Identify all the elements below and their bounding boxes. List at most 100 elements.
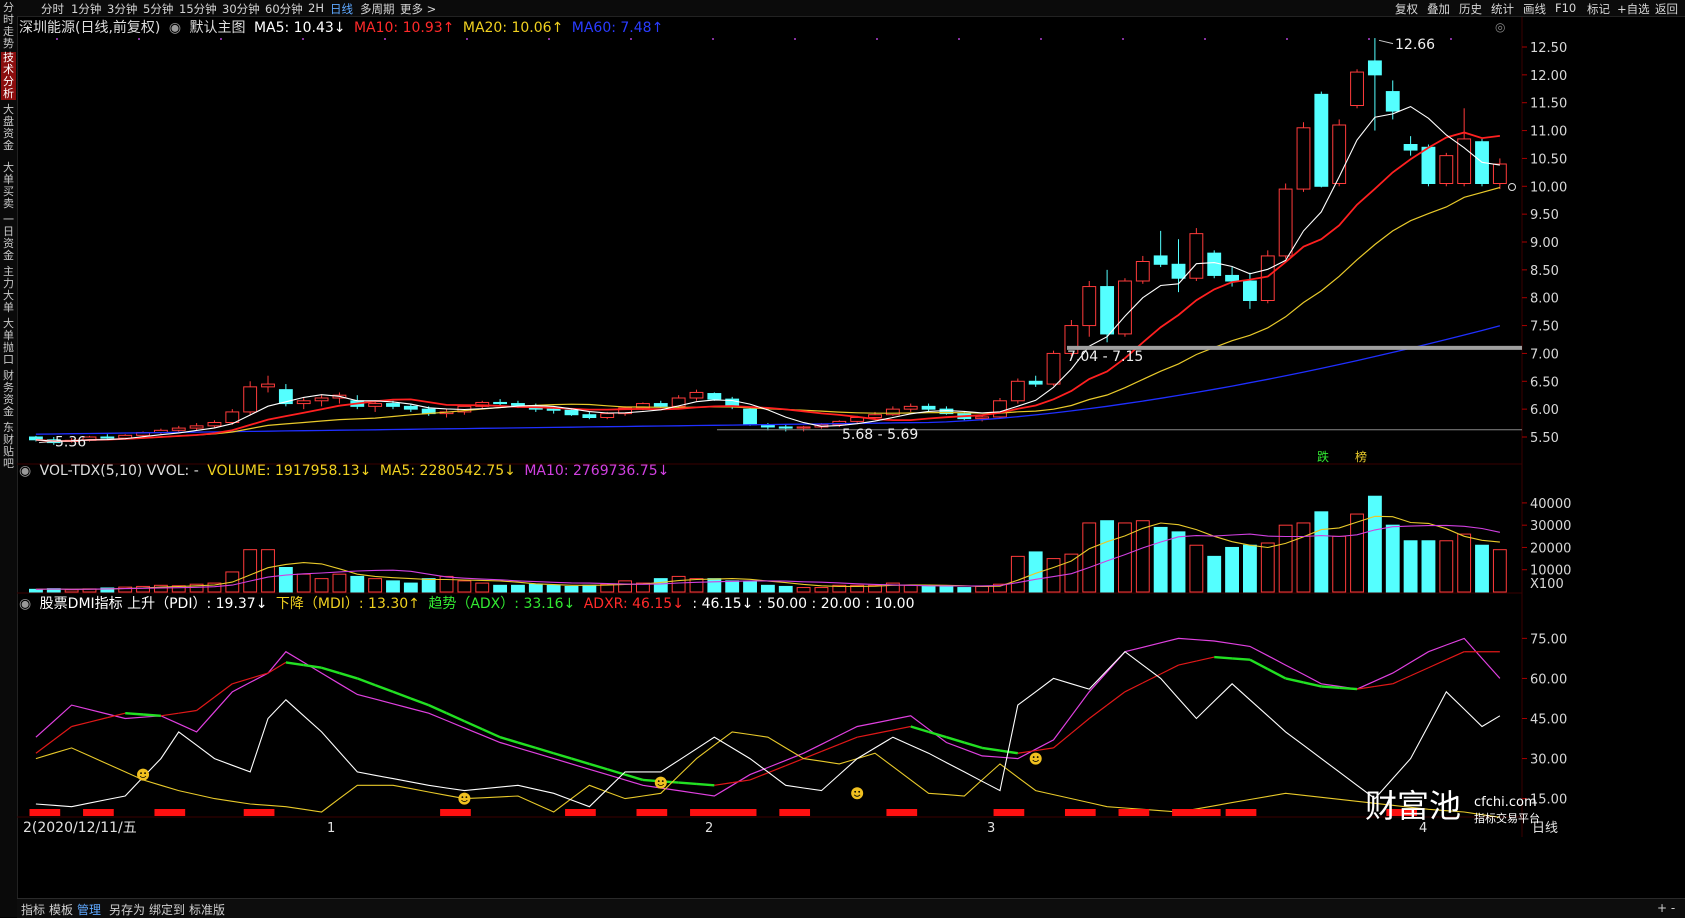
- candle: [261, 383, 275, 388]
- adxr-segment: [696, 782, 715, 787]
- bottom-tab-0[interactable]: 指标: [21, 901, 45, 918]
- ma20-label: MA20: 10.06↑: [462, 20, 564, 36]
- period-0[interactable]: 分时: [41, 1, 64, 17]
- price-tick: 9.50: [1530, 208, 1559, 223]
- smiley-eye: [858, 790, 861, 793]
- volume-bar: [796, 587, 811, 593]
- adxr-segment: [1124, 682, 1144, 693]
- volume-bar: [1350, 513, 1364, 593]
- smiley-eye: [461, 796, 464, 799]
- toolbar-right-0[interactable]: 复权: [1395, 1, 1418, 17]
- adxr-segment: [35, 739, 55, 754]
- period-5[interactable]: 30分钟: [222, 1, 260, 17]
- toolbar-right-2[interactable]: 历史: [1459, 1, 1482, 17]
- adxr-segment: [267, 661, 287, 674]
- volume-bar: [1457, 533, 1472, 593]
- adxr-segment: [321, 666, 340, 675]
- adxr-segment: [857, 733, 876, 738]
- period-2[interactable]: 3分钟: [107, 1, 137, 17]
- sidebar-item-0[interactable]: 分时走势: [1, 2, 16, 50]
- period-7[interactable]: 2H: [308, 1, 324, 15]
- adxr-segment: [1339, 686, 1358, 691]
- signal-bar: [993, 809, 1025, 816]
- bottom-tab-3[interactable]: 另存为: [109, 901, 145, 918]
- toolbar: 分时 1分钟 3分钟 5分钟 15分钟 30分钟 60分钟 2H 日线 多周期 更多 > 返回 +自选标…: [17, 0, 1685, 17]
- adxr-segment: [53, 726, 72, 741]
- sidebar-item-7[interactable]: 财务资金: [1, 370, 16, 418]
- volume-tick: 20000: [1530, 541, 1571, 556]
- sidebar-item-3[interactable]: 大单买卖: [1, 162, 16, 210]
- volume-bar: [689, 578, 704, 593]
- ma5-label: MA5: 10.43↓: [253, 20, 346, 36]
- bottom-tab-1[interactable]: 模板: [49, 901, 73, 918]
- zoom-icon[interactable]: + -: [1657, 901, 1675, 915]
- collapse-icon[interactable]: ◉: [19, 596, 31, 612]
- toolbar-right-1[interactable]: 叠加: [1427, 1, 1450, 17]
- sidebar-item-8[interactable]: 东财贴吧: [1, 422, 16, 470]
- volume-bar: [278, 567, 293, 593]
- period-1[interactable]: 1分钟: [71, 1, 101, 17]
- sidebar-item-5[interactable]: 主力大单: [1, 266, 16, 314]
- volume-bar: [1010, 555, 1025, 593]
- volume-bar: [760, 584, 775, 593]
- dmi-title[interactable]: 股票DMI指标 上升（PDI）: 19.37↓: [40, 596, 268, 612]
- candle: [796, 426, 811, 429]
- candle: [1118, 280, 1132, 335]
- vol-title[interactable]: VOL-TDX(5,10) VVOL: -: [40, 463, 199, 479]
- dmi-tick: 60.00: [1530, 672, 1567, 687]
- adxr-segment: [1267, 668, 1287, 680]
- candle: [1242, 280, 1257, 301]
- toolbar-right-6[interactable]: 标记: [1587, 1, 1610, 17]
- volume-bar: [1475, 544, 1489, 593]
- adxr-segment: [1071, 718, 1090, 734]
- toolbar-right-7[interactable]: +自选: [1617, 1, 1650, 17]
- adxr-segment: [89, 717, 108, 723]
- period-8[interactable]: 日线: [330, 1, 353, 17]
- sidebar-item-6[interactable]: 大单抛口: [1, 318, 16, 366]
- collapse-icon[interactable]: ◉: [169, 20, 181, 36]
- bottom-tab-4[interactable]: 绑定到: [149, 901, 185, 918]
- period-3[interactable]: 5分钟: [143, 1, 173, 17]
- period-4[interactable]: 15分钟: [179, 1, 217, 17]
- volume-bar: [1385, 524, 1400, 593]
- period-9[interactable]: 多周期: [360, 1, 395, 17]
- chart-area: 12.50 12.00 11.50 11.00 10.50 10.00 9.50 9.00 8.…: [17, 17, 1685, 917]
- volume-tick: 30000: [1530, 519, 1571, 534]
- candle: [1046, 352, 1061, 385]
- period-6[interactable]: 60分钟: [265, 1, 303, 17]
- candle: [1367, 60, 1382, 76]
- indicator-name[interactable]: 默认主图: [190, 20, 246, 36]
- marker-dot: [56, 38, 58, 40]
- volume-bar: [421, 578, 436, 593]
- toolbar-right-3[interactable]: 统计: [1491, 1, 1514, 17]
- candle: [1439, 155, 1454, 184]
- candle: [1421, 146, 1436, 185]
- collapse-icon[interactable]: ◉: [19, 463, 31, 479]
- sidebar-item-1[interactable]: 技术分析: [1, 52, 16, 100]
- dmi-adxr: ADXR: 46.15↓: [583, 596, 684, 612]
- signal-bar: [29, 809, 61, 816]
- adxr-segment: [1178, 660, 1197, 666]
- candle: [189, 425, 204, 429]
- toolbar-right-5[interactable]: F10: [1555, 1, 1576, 15]
- toolbar-right-4[interactable]: 画线: [1523, 1, 1546, 17]
- toolbar-right-8[interactable]: 返回: [1655, 1, 1678, 17]
- dmi-mdi: 下降（MDI）: 13.30↑: [275, 596, 420, 612]
- sidebar-item-2[interactable]: 大盘资金: [1, 104, 16, 152]
- bottom-tab-2[interactable]: 管理: [77, 901, 101, 918]
- smiley-eye: [854, 790, 857, 793]
- sidebar-item-4[interactable]: 一日资金: [1, 214, 16, 262]
- bottom-tab-5[interactable]: 标准版: [189, 901, 225, 918]
- candle: [921, 405, 936, 410]
- adxr-segment: [1231, 657, 1251, 661]
- adxr-segment: [1088, 704, 1108, 719]
- vol-ma10: MA10: 2769736.75↓: [524, 463, 670, 479]
- signal-label: 跌: [1317, 449, 1329, 464]
- adxr-segment: [981, 746, 1001, 752]
- volume-bar: [1225, 546, 1239, 593]
- volume-bar: [64, 589, 79, 593]
- watermark-sub: 指标交易平台: [1474, 811, 1540, 825]
- stock-name[interactable]: 深圳能源(日线,前复权): [19, 20, 160, 36]
- marker-dot: [220, 38, 222, 40]
- period-10[interactable]: 更多 >: [400, 1, 436, 17]
